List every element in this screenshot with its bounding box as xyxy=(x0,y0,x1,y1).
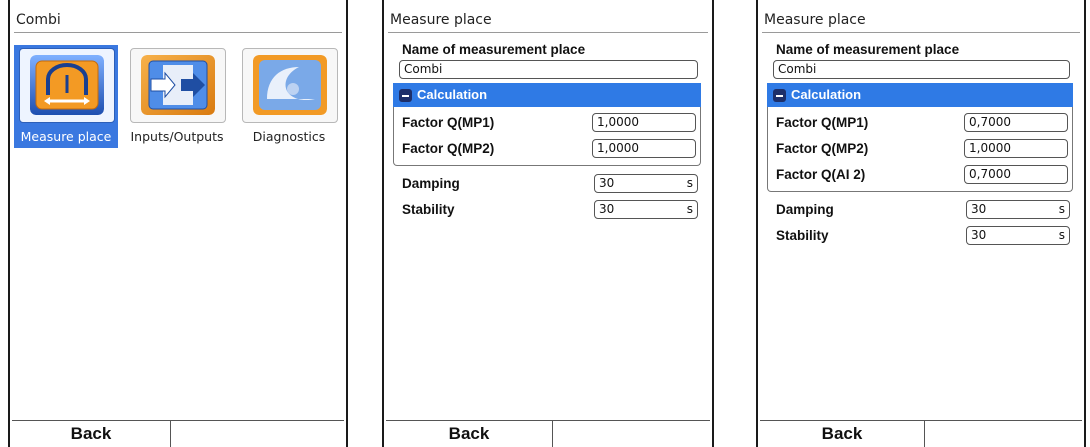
factor-field[interactable]: 0,7000 xyxy=(964,112,1068,132)
stability-field[interactable]: 30 s xyxy=(966,225,1070,245)
softkey-bar: Back xyxy=(12,420,344,447)
stability-label: Stability xyxy=(402,201,455,217)
tile-diagnostics[interactable]: Diagnostics xyxy=(237,45,341,148)
stability-value: 30 xyxy=(599,201,615,216)
tile-frame xyxy=(19,48,115,123)
damping-value: 30 xyxy=(599,175,615,190)
name-field[interactable]: Combi xyxy=(399,60,698,79)
tile-label: Diagnostics xyxy=(252,129,326,144)
screen-title: Combi xyxy=(14,8,342,33)
factor-field[interactable]: 1,0000 xyxy=(964,138,1068,158)
damping-unit: s xyxy=(686,175,693,190)
damping-row: Damping 30 s xyxy=(402,170,698,196)
factor-row: Factor Q(MP1) 1,0000 xyxy=(402,109,696,135)
calculation-section-header[interactable]: Calculation xyxy=(767,83,1073,107)
right-softkey[interactable] xyxy=(170,421,344,447)
screen-title: Measure place xyxy=(388,8,708,33)
factor-label: Factor Q(MP2) xyxy=(776,140,869,156)
damping-label: Damping xyxy=(402,175,460,191)
collapse-icon[interactable] xyxy=(399,88,412,102)
damping-field[interactable]: 30 s xyxy=(966,199,1070,219)
damping-row: Damping 30 s xyxy=(776,196,1070,222)
right-softkey[interactable] xyxy=(552,421,710,447)
tile-inputs-outputs[interactable]: Inputs/Outputs xyxy=(125,45,229,148)
screen-title: Measure place xyxy=(762,8,1080,33)
section-title: Calculation xyxy=(417,87,488,102)
calculation-section-header[interactable]: Calculation xyxy=(393,83,701,107)
factor-row: Factor Q(AI 2) 0,7000 xyxy=(776,161,1068,187)
measure-place-form: Name of measurement place Combi Calculat… xyxy=(767,40,1073,248)
measure-place-screen: Measure place Name of measurement place … xyxy=(382,0,714,447)
settings-rows: Damping 30 s Stability 30 s xyxy=(396,170,698,222)
name-label: Name of measurement place xyxy=(402,42,586,57)
damping-value: 30 xyxy=(971,201,987,216)
stability-label: Stability xyxy=(776,227,829,243)
softkey-bar: Back xyxy=(386,420,710,447)
stability-value: 30 xyxy=(971,227,987,242)
back-softkey[interactable]: Back xyxy=(760,421,924,447)
factor-field[interactable]: 1,0000 xyxy=(592,112,696,132)
stability-field[interactable]: 30 s xyxy=(594,199,698,219)
inputs-outputs-icon xyxy=(141,55,215,115)
factor-label: Factor Q(MP1) xyxy=(402,114,495,130)
name-field[interactable]: Combi xyxy=(773,60,1070,79)
diagnostics-icon xyxy=(253,55,327,115)
damping-label: Damping xyxy=(776,201,834,217)
measure-place-icon xyxy=(30,55,104,115)
tile-frame xyxy=(130,48,226,123)
stability-unit: s xyxy=(1058,227,1065,242)
factor-label: Factor Q(MP2) xyxy=(402,140,495,156)
tile-label: Inputs/Outputs xyxy=(130,129,224,144)
right-softkey[interactable] xyxy=(924,421,1082,447)
tile-measure-place[interactable]: Measure place xyxy=(14,45,118,148)
calculation-section: Factor Q(MP1) 0,7000 Factor Q(MP2) 1,000… xyxy=(767,107,1073,192)
stability-row: Stability 30 s xyxy=(776,222,1070,248)
back-softkey[interactable]: Back xyxy=(12,421,170,447)
damping-field[interactable]: 30 s xyxy=(594,173,698,193)
measure-place-form: Name of measurement place Combi Calculat… xyxy=(393,40,701,222)
tile-frame xyxy=(242,48,338,123)
section-title: Calculation xyxy=(791,87,862,102)
factor-field[interactable]: 0,7000 xyxy=(964,164,1068,184)
factor-row: Factor Q(MP2) 1,0000 xyxy=(776,135,1068,161)
measure-place-screen-extended: Measure place Name of measurement place … xyxy=(756,0,1086,447)
main-menu-screen: Combi Measure place Inputs/Outputs Diagn… xyxy=(8,0,348,447)
factor-label: Factor Q(MP1) xyxy=(776,114,869,130)
factor-row: Factor Q(MP2) 1,0000 xyxy=(402,135,696,161)
softkey-bar: Back xyxy=(760,420,1082,447)
stability-row: Stability 30 s xyxy=(402,196,698,222)
calculation-section: Factor Q(MP1) 1,0000 Factor Q(MP2) 1,000… xyxy=(393,107,701,166)
collapse-icon[interactable] xyxy=(773,88,786,102)
back-softkey[interactable]: Back xyxy=(386,421,552,447)
stability-unit: s xyxy=(686,201,693,216)
settings-rows: Damping 30 s Stability 30 s xyxy=(770,196,1070,248)
tile-label: Measure place xyxy=(20,129,112,144)
factor-row: Factor Q(MP1) 0,7000 xyxy=(776,109,1068,135)
name-label: Name of measurement place xyxy=(776,42,960,57)
damping-unit: s xyxy=(1058,201,1065,216)
factor-field[interactable]: 1,0000 xyxy=(592,138,696,158)
factor-label: Factor Q(AI 2) xyxy=(776,166,866,182)
